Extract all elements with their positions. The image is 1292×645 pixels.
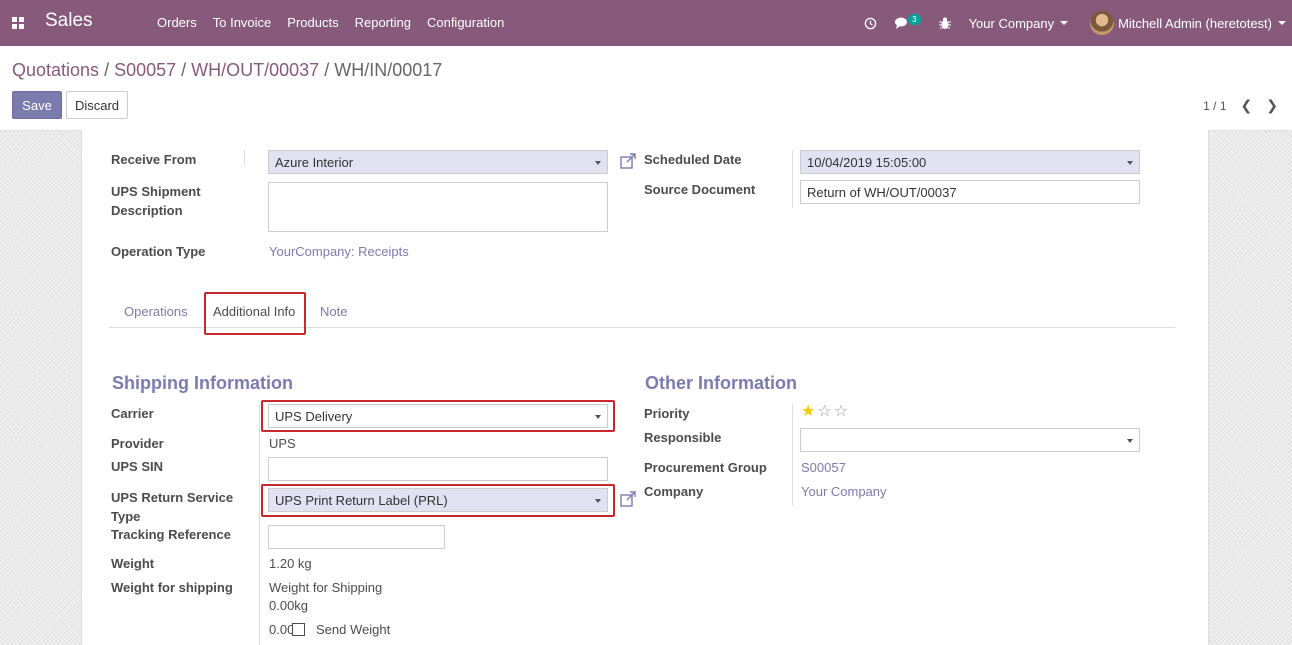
breadcrumb-separator: / [319, 60, 335, 80]
send-weight-label: Send Weight [316, 622, 391, 637]
ups-shipment-description-input[interactable] [268, 182, 608, 232]
discard-button[interactable]: Discard [66, 91, 128, 119]
source-document-input[interactable]: Return of WH/OUT/00037 [800, 180, 1140, 204]
star-empty-icon[interactable]: ☆ [834, 403, 850, 420]
label-separator [792, 404, 793, 506]
procurement-group-link[interactable]: S00057 [801, 460, 846, 475]
label-line: UPS Return Service [111, 490, 234, 505]
send-weight-value: 0.00 [269, 622, 295, 637]
highlight-additional-info [204, 292, 306, 335]
provider-label: Provider [111, 436, 164, 451]
weight-for-shipping-label: Weight for shipping [111, 580, 233, 595]
ups-return-service-type-label: UPS Return Service Type [111, 488, 233, 526]
navbar-systray: 3 Your Company Mitchell Admin (heretotes… [846, 0, 1292, 46]
priority-stars[interactable]: ★☆☆ [801, 401, 850, 421]
company-link[interactable]: Your Company [801, 484, 887, 499]
scheduled-date-label: Scheduled Date [644, 152, 742, 167]
chevron-down-icon [1278, 21, 1286, 25]
top-navbar: Sales Orders To Invoice Products Reporti… [0, 0, 1292, 46]
tracking-reference-label: Tracking Reference [111, 527, 231, 542]
provider-value: UPS [269, 436, 296, 451]
responsible-select[interactable] [800, 428, 1140, 452]
label-line: UPS Shipment [111, 184, 201, 199]
priority-label: Priority [644, 406, 690, 421]
receive-from-select[interactable]: Azure Interior [268, 150, 608, 174]
company-name: Your Company [968, 15, 1055, 31]
external-link-icon[interactable] [620, 153, 636, 169]
menu-configuration[interactable]: Configuration [427, 15, 504, 30]
pager-value[interactable]: 1 / 1 [1203, 99, 1226, 113]
scheduled-date-value: 10/04/2019 15:05:00 [807, 155, 927, 170]
label-separator [244, 150, 245, 166]
scheduled-date-input[interactable]: 10/04/2019 15:05:00 [800, 150, 1140, 174]
dropdown-caret-icon [1127, 439, 1133, 443]
breadcrumb-out[interactable]: WH/OUT/00037 [191, 60, 319, 80]
tab-note[interactable]: Note [320, 304, 347, 319]
weight-label: Weight [111, 556, 155, 571]
menu-to-invoice[interactable]: To Invoice [213, 15, 272, 30]
tracking-reference-input[interactable] [268, 525, 445, 549]
user-menu[interactable]: Mitchell Admin (heretotest) [1090, 11, 1286, 35]
avatar [1090, 11, 1115, 35]
menu-products[interactable]: Products [287, 15, 338, 30]
shipping-information-title: Shipping Information [112, 373, 293, 393]
debug-bug-icon[interactable] [938, 17, 951, 30]
breadcrumb-separator: / [99, 60, 115, 80]
user-name: Mitchell Admin (heretotest) [1118, 15, 1272, 31]
pager: 1 / 1 ❮ ❯ [1203, 97, 1278, 114]
weight-value: 1.20 kg [269, 556, 312, 571]
menu-reporting[interactable]: Reporting [355, 15, 411, 30]
weight-for-shipping-value: 0.00kg [269, 598, 309, 613]
dropdown-caret-icon [1127, 161, 1133, 165]
responsible-label: Responsible [644, 430, 722, 445]
company-switcher[interactable]: Your Company [969, 16, 1069, 31]
messaging-icon[interactable]: 3 [895, 13, 921, 30]
company-label: Company [644, 484, 704, 499]
clock-icon[interactable] [864, 17, 877, 30]
chevron-left-icon[interactable]: ❮ [1241, 97, 1253, 114]
send-weight-checkbox[interactable] [292, 623, 305, 636]
source-document-label: Source Document [644, 182, 756, 197]
label-separator [259, 404, 260, 645]
tab-operations[interactable]: Operations [124, 304, 188, 319]
chevron-down-icon [1060, 21, 1069, 25]
star-empty-icon[interactable]: ☆ [817, 403, 833, 420]
receive-from-label: Receive From [111, 152, 197, 167]
breadcrumb-current: WH/IN/00017 [334, 60, 443, 80]
procurement-group-label: Procurement Group [644, 460, 767, 475]
star-filled-icon[interactable]: ★ [801, 403, 817, 420]
dropdown-caret-icon [595, 161, 601, 165]
app-name[interactable]: Sales [45, 10, 93, 32]
ups-sin-input[interactable] [268, 457, 608, 481]
message-count-badge: 3 [908, 13, 921, 25]
save-button[interactable]: Save [12, 91, 62, 119]
operation-type-label: Operation Type [111, 244, 206, 259]
highlight-return-service [261, 484, 615, 517]
label-line: Type [111, 509, 141, 524]
breadcrumb-quotations[interactable]: Quotations [12, 60, 99, 80]
breadcrumb: Quotations / S00057 / WH/OUT/00037 / WH/… [12, 60, 442, 81]
ups-shipment-description-label: UPS Shipment Description [111, 182, 201, 220]
highlight-carrier [261, 400, 615, 432]
chevron-right-icon[interactable]: ❯ [1266, 97, 1278, 114]
apps-menu-icon[interactable] [12, 17, 24, 29]
breadcrumb-so[interactable]: S00057 [114, 60, 176, 80]
operation-type-link[interactable]: YourCompany: Receipts [269, 244, 409, 259]
main-menu: Orders To Invoice Products Reporting Con… [157, 15, 520, 30]
other-information-title: Other Information [645, 373, 797, 393]
receive-from-value: Azure Interior [275, 155, 354, 170]
ups-sin-label: UPS SIN [111, 459, 164, 474]
menu-orders[interactable]: Orders [157, 15, 197, 30]
breadcrumb-separator: / [176, 60, 192, 80]
label-separator [792, 150, 793, 208]
weight-for-shipping-caption: Weight for Shipping [269, 580, 383, 595]
carrier-label: Carrier [111, 406, 154, 421]
label-line: Description [111, 203, 183, 218]
external-link-icon[interactable] [620, 491, 636, 507]
source-document-value: Return of WH/OUT/00037 [807, 185, 957, 200]
